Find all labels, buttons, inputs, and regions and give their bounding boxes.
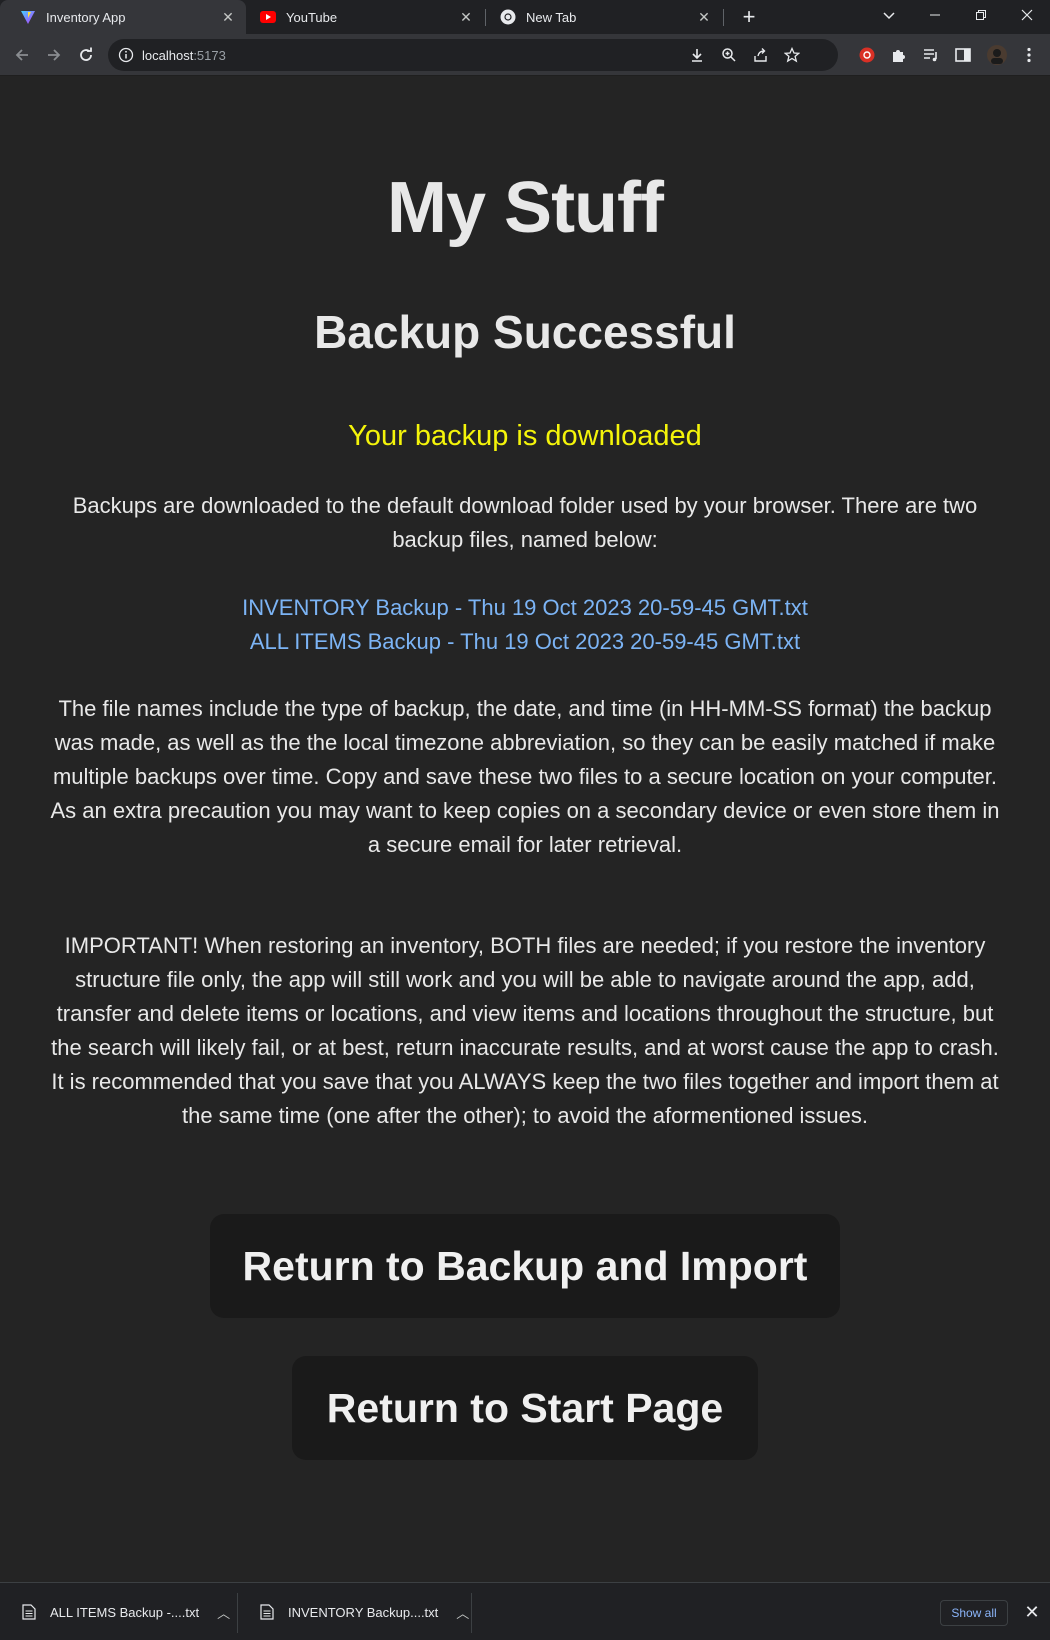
all-items-backup-filename[interactable]: ALL ITEMS Backup - Thu 19 Oct 2023 20-59…	[0, 625, 1050, 659]
close-tab-icon[interactable]: ✕	[220, 9, 236, 25]
download-icon[interactable]	[689, 47, 705, 63]
chevron-up-icon[interactable]: ︿	[456, 1603, 469, 1622]
side-panel-icon[interactable]	[954, 46, 972, 64]
app-title: My Stuff	[387, 168, 664, 248]
zoom-icon[interactable]	[721, 47, 737, 63]
tab-label: New Tab	[526, 9, 577, 25]
url-port: :5173	[193, 47, 226, 63]
back-arrow-icon[interactable]	[10, 43, 34, 67]
download-filename: ALL ITEMS Backup -....txt	[50, 1604, 200, 1620]
download-notice: Your backup is downloaded	[348, 420, 702, 452]
browser-toolbar: localhost:5173	[0, 34, 1050, 76]
forward-arrow-icon[interactable]	[42, 43, 66, 67]
page-content: My Stuff Backup Successful Your backup i…	[0, 77, 1050, 1582]
site-info-icon[interactable]	[118, 47, 134, 63]
more-menu-icon[interactable]	[1020, 46, 1038, 64]
tab-label: Inventory App	[46, 9, 126, 25]
close-tab-icon[interactable]: ✕	[696, 9, 712, 25]
extensions-puzzle-icon[interactable]	[890, 46, 908, 64]
close-shelf-icon[interactable]: ✕	[1022, 1602, 1042, 1622]
explanation-paragraph: The file names include the type of backu…	[50, 696, 1000, 857]
tab-new-tab[interactable]: New Tab ✕	[486, 0, 722, 34]
tab-inventory-app[interactable]: Inventory App ✕	[0, 0, 246, 34]
media-queue-icon[interactable]	[922, 46, 940, 64]
inventory-backup-filename[interactable]: INVENTORY Backup - Thu 19 Oct 2023 20-59…	[0, 591, 1050, 625]
return-to-backup-import-button[interactable]: Return to Backup and Import	[210, 1214, 840, 1318]
vite-icon	[20, 9, 36, 25]
tab-label: YouTube	[286, 9, 338, 25]
close-window-icon[interactable]	[1004, 0, 1050, 30]
new-tab-button[interactable]: +	[736, 4, 762, 30]
download-shelf: ALL ITEMS Backup -....txt ︿ INVENTORY Ba…	[0, 1582, 1050, 1640]
intro-paragraph: Backups are downloaded to the default do…	[72, 493, 978, 552]
url-host: localhost	[142, 47, 194, 63]
bookmark-star-icon[interactable]	[784, 47, 800, 63]
show-all-downloads-button[interactable]: Show all	[940, 1600, 1008, 1626]
tab-separator	[723, 9, 724, 26]
share-icon[interactable]	[753, 47, 769, 63]
shelf-separator	[471, 1593, 472, 1633]
download-item-inventory[interactable]: INVENTORY Backup....txt ︿	[238, 1583, 470, 1640]
text-file-icon	[22, 1604, 36, 1620]
url-text: localhost:5173	[142, 48, 226, 63]
address-bar[interactable]: localhost:5173	[108, 39, 838, 71]
minimize-icon[interactable]	[912, 0, 958, 30]
profile-avatar[interactable]	[986, 44, 1008, 66]
text-file-icon	[260, 1604, 274, 1620]
chrome-icon	[500, 9, 516, 25]
backup-file-list: INVENTORY Backup - Thu 19 Oct 2023 20-59…	[0, 591, 1050, 659]
page-heading: Backup Successful	[314, 306, 736, 358]
close-tab-icon[interactable]: ✕	[458, 9, 474, 25]
tab-search-icon[interactable]	[866, 0, 912, 30]
important-paragraph: IMPORTANT! When restoring an inventory, …	[51, 933, 999, 1128]
tab-strip: Inventory App ✕ YouTube ✕ New Tab ✕ +	[0, 0, 1050, 34]
download-item-all-items[interactable]: ALL ITEMS Backup -....txt ︿	[0, 1583, 236, 1640]
reload-icon[interactable]	[74, 43, 98, 67]
return-to-start-page-button[interactable]: Return to Start Page	[292, 1356, 758, 1460]
tab-youtube[interactable]: YouTube ✕	[246, 0, 484, 34]
extension-record-icon[interactable]	[858, 46, 876, 64]
restore-icon[interactable]	[958, 0, 1004, 30]
download-filename: INVENTORY Backup....txt	[288, 1604, 439, 1620]
youtube-icon	[260, 9, 276, 25]
chevron-up-icon[interactable]: ︿	[217, 1603, 230, 1622]
